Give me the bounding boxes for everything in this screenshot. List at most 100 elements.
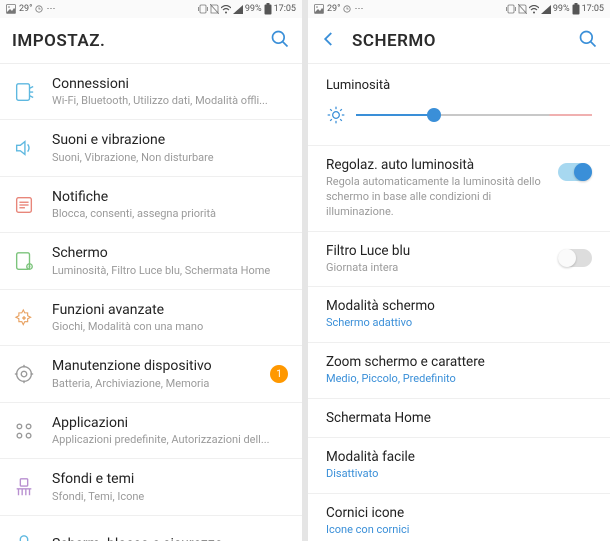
row-apps[interactable]: Applicazioni Applicazioni predefinite, A… — [0, 403, 302, 459]
row-sub: Giochi, Modalità con una mano — [52, 320, 288, 334]
row-title: Zoom schermo e carattere — [326, 354, 592, 370]
brightness-icon — [326, 105, 346, 125]
row-sub: Schermo adattivo — [326, 316, 592, 331]
row-title: Schermo — [52, 244, 288, 262]
search-icon — [270, 29, 290, 49]
apps-icon — [12, 419, 36, 443]
row-title: Regolaz. auto luminosità — [326, 157, 548, 173]
row-connections[interactable]: Connessioni Wi-Fi, Bluetooth, Utilizzo d… — [0, 64, 302, 120]
row-home-screen[interactable]: Schermata Home — [308, 399, 610, 438]
vibrate-icon — [198, 4, 208, 14]
battery-icon — [572, 3, 580, 15]
search-icon — [578, 29, 598, 49]
row-lockscreen[interactable]: Scherm. blocco e sicurezza — [0, 516, 302, 541]
row-title: Modalità schermo — [326, 298, 592, 314]
clock-label: 17:05 — [274, 4, 296, 14]
battery-pct: 99% — [553, 4, 570, 14]
page-title: SCHERMO — [352, 31, 578, 51]
row-title: Schermata Home — [326, 410, 592, 426]
row-title: Funzioni avanzate — [52, 301, 288, 319]
sound-icon — [12, 136, 36, 160]
row-title: Sfondi e temi — [52, 470, 288, 488]
settings-list: Connessioni Wi-Fi, Bluetooth, Utilizzo d… — [0, 64, 302, 541]
image-icon — [314, 4, 324, 14]
display-list: Luminosità Regolaz. auto luminosità Rego… — [308, 64, 610, 541]
display-icon — [12, 249, 36, 273]
status-bar: 29° ⋯ 99% 17:05 — [0, 0, 302, 18]
clock-icon — [343, 5, 351, 13]
advanced-icon — [12, 306, 36, 330]
row-sub: Medio, Piccolo, Predefinito — [326, 372, 592, 387]
row-sub: Batteria, Archiviazione, Memoria — [52, 377, 264, 391]
row-title: Suoni e vibrazione — [52, 131, 288, 149]
row-sub: Sfondi, Temi, Icone — [52, 490, 288, 504]
signal-icon — [233, 5, 243, 14]
brightness-label: Luminosità — [308, 64, 610, 99]
row-easy-mode[interactable]: Modalità facile Disattivato — [308, 438, 610, 494]
header: IMPOSTAZ. — [0, 18, 302, 64]
more-icon: ⋯ — [354, 4, 363, 14]
battery-icon — [264, 3, 272, 15]
row-title: Cornici icone — [326, 505, 592, 521]
row-title: Applicazioni — [52, 414, 288, 432]
clock-icon — [35, 5, 43, 13]
row-advanced[interactable]: Funzioni avanzate Giochi, Modalità con u… — [0, 290, 302, 346]
no-sim-icon — [518, 4, 527, 14]
row-blue-light[interactable]: Filtro Luce blu Giornata intera — [308, 232, 610, 288]
temp-label: 29° — [19, 4, 32, 14]
row-sub: Wi-Fi, Bluetooth, Utilizzo dati, Modalit… — [52, 94, 288, 108]
toggle-blue-light[interactable] — [558, 249, 592, 267]
no-sim-icon — [210, 4, 219, 14]
vibrate-icon — [506, 4, 516, 14]
row-sub: Suoni, Vibrazione, Non disturbare — [52, 151, 288, 165]
image-icon — [6, 4, 16, 14]
row-title: Modalità facile — [326, 449, 592, 465]
row-sub: Giornata intera — [326, 261, 548, 276]
row-maintenance[interactable]: Manutenzione dispositivo Batteria, Archi… — [0, 346, 302, 402]
row-sub: Luminosità, Filtro Luce blu, Schermata H… — [52, 264, 288, 278]
row-title: Filtro Luce blu — [326, 243, 548, 259]
connections-icon — [12, 80, 36, 104]
temp-label: 29° — [327, 4, 340, 14]
slider-track[interactable] — [356, 114, 592, 116]
lock-icon — [12, 532, 36, 541]
signal-icon — [541, 5, 551, 14]
row-icon-frames[interactable]: Cornici icone Icone con cornici — [308, 494, 610, 541]
row-sub: Applicazioni predefinite, Autorizzazioni… — [52, 433, 288, 447]
row-auto-brightness[interactable]: Regolaz. auto luminosità Regola automati… — [308, 146, 610, 232]
clock-label: 17:05 — [582, 4, 604, 14]
row-sounds[interactable]: Suoni e vibrazione Suoni, Vibrazione, No… — [0, 120, 302, 176]
row-notifications[interactable]: Notifiche Blocca, consenti, assegna prio… — [0, 177, 302, 233]
row-sub: Blocca, consenti, assegna priorità — [52, 207, 288, 221]
row-title: Scherm. blocco e sicurezza — [52, 535, 288, 541]
slider-thumb[interactable] — [427, 108, 441, 122]
settings-main-screen: 29° ⋯ 99% 17:05 IMPOSTAZ. Connessioni W — [0, 0, 302, 541]
display-settings-screen: 29° ⋯ 99% 17:05 SCHERMO Luminosità — [308, 0, 610, 541]
battery-pct: 99% — [245, 4, 262, 14]
back-button[interactable] — [320, 30, 338, 52]
chevron-left-icon — [320, 30, 338, 48]
themes-icon — [12, 475, 36, 499]
wifi-icon — [529, 5, 539, 14]
maintenance-icon — [12, 362, 36, 386]
page-title: IMPOSTAZ. — [12, 31, 270, 51]
toggle-auto-brightness[interactable] — [558, 163, 592, 181]
row-sub: Icone con cornici — [326, 523, 592, 538]
wifi-icon — [221, 5, 231, 14]
row-title: Connessioni — [52, 75, 288, 93]
status-bar: 29° ⋯ 99% 17:05 — [308, 0, 610, 18]
row-sub: Disattivato — [326, 467, 592, 482]
header: SCHERMO — [308, 18, 610, 64]
search-button[interactable] — [578, 29, 598, 53]
row-title: Notifiche — [52, 188, 288, 206]
badge: 1 — [270, 365, 288, 383]
row-title: Manutenzione dispositivo — [52, 357, 264, 375]
notifications-icon — [12, 193, 36, 217]
row-themes[interactable]: Sfondi e temi Sfondi, Temi, Icone — [0, 459, 302, 515]
row-screen-mode[interactable]: Modalità schermo Schermo adattivo — [308, 287, 610, 343]
more-icon: ⋯ — [46, 4, 55, 14]
row-display[interactable]: Schermo Luminosità, Filtro Luce blu, Sch… — [0, 233, 302, 289]
brightness-slider[interactable] — [308, 99, 610, 146]
row-zoom-font[interactable]: Zoom schermo e carattere Medio, Piccolo,… — [308, 343, 610, 399]
search-button[interactable] — [270, 29, 290, 53]
